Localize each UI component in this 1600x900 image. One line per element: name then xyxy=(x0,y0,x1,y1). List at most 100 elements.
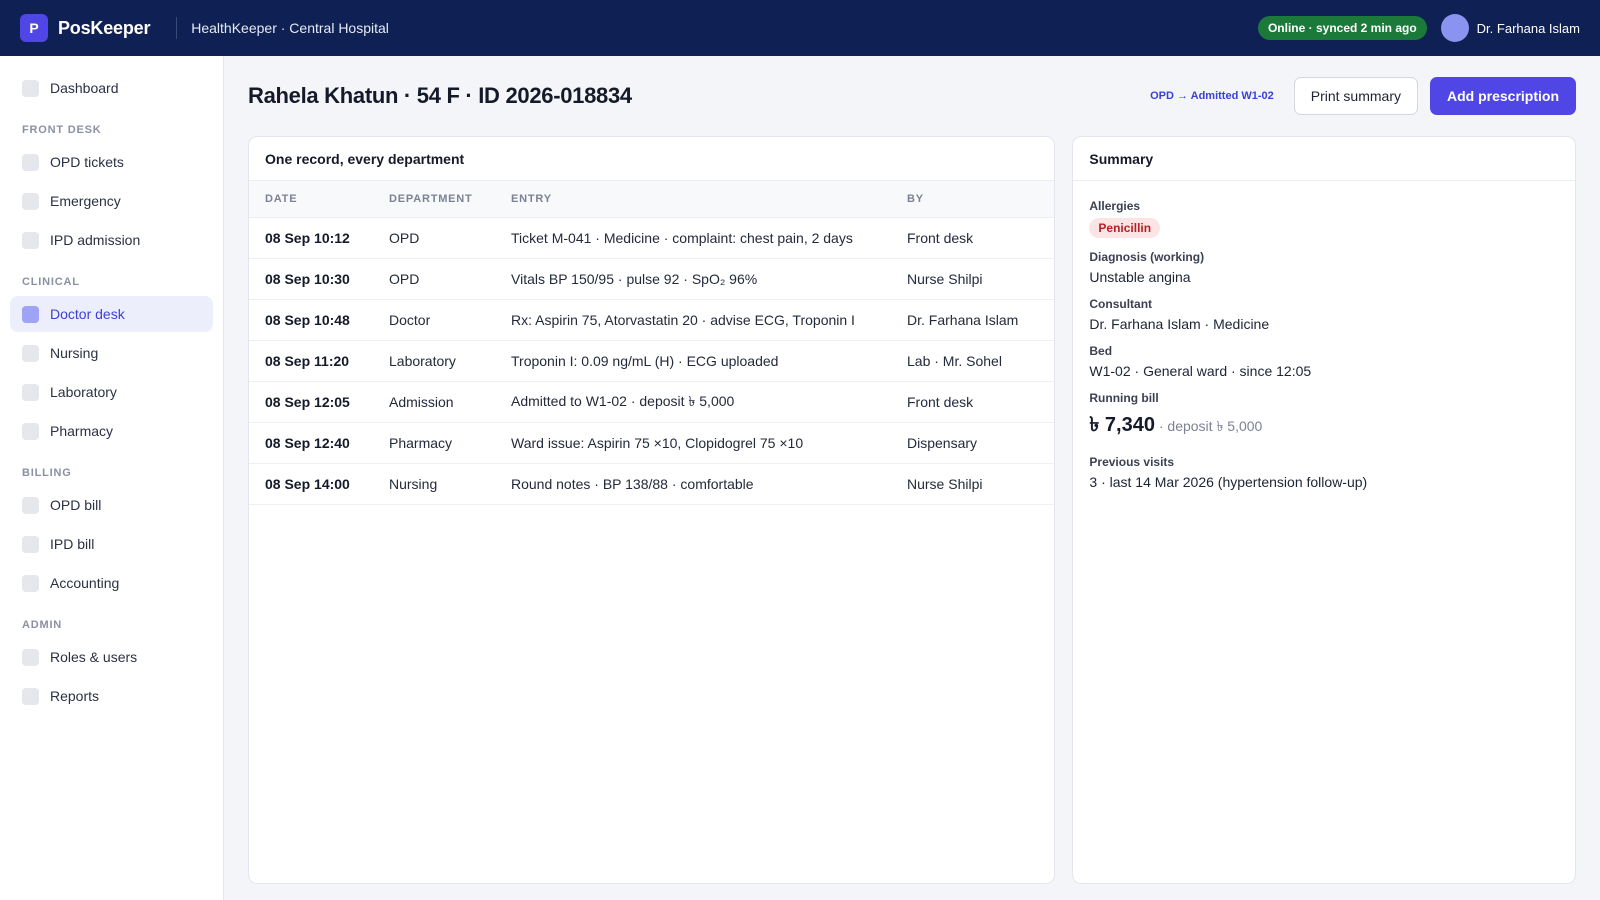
top-bar: P PosKeeper HealthKeeper · Central Hospi… xyxy=(0,0,1600,56)
sidebar-section-front-desk: FRONT DESK xyxy=(22,124,102,136)
cell-department: Doctor xyxy=(373,299,495,341)
sidebar-item-label: Pharmacy xyxy=(50,423,114,439)
sidebar: Dashboard FRONT DESK OPD tickets Emergen… xyxy=(0,56,224,900)
organization-name: HealthKeeper · Central Hospital xyxy=(191,20,389,36)
previous-visits-label: Previous visits xyxy=(1089,455,1175,469)
allergies-label: Allergies xyxy=(1089,199,1141,213)
table-header-row: DATE DEPARTMENT ENTRY BY xyxy=(249,181,1055,218)
cell-date: 08 Sep 10:12 xyxy=(249,217,373,259)
running-bill: ৳ 7,340 · deposit ৳ 5,000 xyxy=(1089,410,1559,443)
cell-department: Pharmacy xyxy=(373,422,495,464)
bed-icon xyxy=(22,231,39,249)
sidebar-item-label: OPD bill xyxy=(50,497,102,513)
column-header-by[interactable]: BY xyxy=(891,181,1055,218)
table-row[interactable]: 08 Sep 12:05 Admission Admitted to W1-02… xyxy=(249,381,1055,423)
records-panel: One record, every department DATE DEPART… xyxy=(248,136,1056,884)
consultant-label: Consultant xyxy=(1089,297,1153,311)
sidebar-item-label: Reports xyxy=(50,688,100,704)
running-bill-amount: ৳ 7,340 xyxy=(1089,414,1155,436)
cell-by: Dispensary xyxy=(891,422,1055,464)
sidebar-item-label: Laboratory xyxy=(50,384,117,400)
page-title: Rahela Khatun · 54 F · ID 2026-018834 xyxy=(248,83,632,108)
flask-icon xyxy=(22,383,39,401)
sidebar-section-admin: ADMIN xyxy=(22,619,63,631)
sidebar-item-dashboard[interactable]: Dashboard xyxy=(10,70,213,106)
cell-by: Front desk xyxy=(891,217,1055,259)
print-summary-button[interactable]: Print summary xyxy=(1293,77,1418,115)
sidebar-item-emergency[interactable]: Emergency xyxy=(10,183,213,219)
cell-entry: Ticket M-041 · Medicine · complaint: che… xyxy=(495,217,891,259)
sidebar-item-ipd-bill[interactable]: IPD bill xyxy=(10,526,213,562)
cell-by: Nurse Shilpi xyxy=(891,258,1055,300)
cell-by: Front desk xyxy=(891,381,1055,423)
table-row[interactable]: 08 Sep 10:12 OPD Ticket M-041 · Medicine… xyxy=(249,217,1055,259)
cell-date: 08 Sep 10:48 xyxy=(249,299,373,341)
cell-department: Laboratory xyxy=(373,340,495,382)
table-row[interactable]: 08 Sep 10:30 OPD Vitals BP 150/95 · puls… xyxy=(249,258,1055,300)
bed-value: W1-02 · General ward · since 12:05 xyxy=(1089,363,1312,379)
emergency-icon xyxy=(22,192,39,210)
sidebar-item-nursing[interactable]: Nursing xyxy=(10,335,213,371)
stethoscope-icon xyxy=(22,305,39,323)
user-menu[interactable]: Dr. Farhana Islam xyxy=(1440,14,1580,42)
sidebar-item-doctor-desk[interactable]: Doctor desk xyxy=(10,296,213,332)
table-row[interactable]: 08 Sep 14:00 Nursing Round notes · BP 13… xyxy=(249,463,1055,505)
nursing-icon xyxy=(22,344,39,362)
page-header: Rahela Khatun · 54 F · ID 2026-018834 OP… xyxy=(248,56,1576,136)
diagnosis-label: Diagnosis (working) xyxy=(1089,250,1205,264)
cell-department: Nursing xyxy=(373,463,495,505)
column-header-entry[interactable]: ENTRY xyxy=(495,181,891,218)
table-row[interactable]: 08 Sep 10:48 Doctor Rx: Aspirin 75, Ator… xyxy=(249,299,1055,341)
users-icon xyxy=(22,648,39,666)
cell-date: 08 Sep 12:40 xyxy=(249,422,373,464)
cell-by: Nurse Shilpi xyxy=(891,463,1055,505)
column-header-department[interactable]: DEPARTMENT xyxy=(373,181,495,218)
cell-department: Admission xyxy=(373,381,495,423)
sidebar-item-label: IPD bill xyxy=(50,536,95,552)
cell-department: OPD xyxy=(373,217,495,259)
column-header-date[interactable]: DATE xyxy=(249,181,373,218)
sidebar-item-roles-users[interactable]: Roles & users xyxy=(10,639,213,675)
user-name[interactable]: Dr. Farhana Islam xyxy=(1477,21,1580,36)
patient-flow-tag: OPD → Admitted W1-02 xyxy=(1150,90,1274,102)
sidebar-item-accounting[interactable]: Accounting xyxy=(10,565,213,601)
table-row[interactable]: 08 Sep 12:40 Pharmacy Ward issue: Aspiri… xyxy=(249,422,1055,464)
ticket-icon xyxy=(22,153,39,171)
running-bill-deposit: · deposit ৳ 5,000 xyxy=(1158,418,1263,434)
allergy-badge: Penicillin xyxy=(1089,218,1161,238)
main-content: Rahela Khatun · 54 F · ID 2026-018834 OP… xyxy=(224,56,1600,900)
receipt-icon xyxy=(22,496,39,514)
sidebar-item-label: Accounting xyxy=(50,575,120,591)
brand-name: PosKeeper xyxy=(58,17,151,38)
records-panel-title: One record, every department xyxy=(249,137,1055,181)
sidebar-item-laboratory[interactable]: Laboratory xyxy=(10,374,213,410)
sidebar-item-opd-bill[interactable]: OPD bill xyxy=(10,487,213,523)
sidebar-item-label: Emergency xyxy=(50,193,121,209)
cell-date: 08 Sep 11:20 xyxy=(249,340,373,382)
table-row[interactable]: 08 Sep 11:20 Laboratory Troponin I: 0.09… xyxy=(249,340,1055,382)
sidebar-item-ipd-admission[interactable]: IPD admission xyxy=(10,222,213,258)
cell-date: 08 Sep 12:05 xyxy=(249,381,373,423)
ledger-icon xyxy=(22,574,39,592)
bed-label: Bed xyxy=(1089,344,1113,358)
records-table: DATE DEPARTMENT ENTRY BY 08 Sep 10:12 OP… xyxy=(249,181,1055,505)
running-bill-label: Running bill xyxy=(1089,391,1159,405)
add-prescription-button[interactable]: Add prescription xyxy=(1429,77,1576,115)
app-logo[interactable]: P xyxy=(20,14,48,42)
cell-entry: Vitals BP 150/95 · pulse 92 · SpO₂ 96% xyxy=(495,258,891,300)
sidebar-item-reports[interactable]: Reports xyxy=(10,678,213,714)
topbar-divider xyxy=(176,17,178,39)
cell-entry: Round notes · BP 138/88 · comfortable xyxy=(495,463,891,505)
chart-icon xyxy=(22,687,39,705)
sidebar-item-opd-tickets[interactable]: OPD tickets xyxy=(10,144,213,180)
previous-visits-value: 3 · last 14 Mar 2026 (hypertension follo… xyxy=(1089,474,1368,490)
sidebar-item-label: Dashboard xyxy=(50,80,119,96)
sidebar-item-pharmacy[interactable]: Pharmacy xyxy=(10,413,213,449)
cell-by: Lab · Mr. Sohel xyxy=(891,340,1055,382)
sidebar-section-billing: BILLING xyxy=(22,467,72,479)
summary-panel: Summary Allergies Penicillin Diagnosis (… xyxy=(1072,136,1576,884)
pill-icon xyxy=(22,422,39,440)
cell-entry: Rx: Aspirin 75, Atorvastatin 20 · advise… xyxy=(495,299,891,341)
avatar[interactable] xyxy=(1440,14,1469,42)
invoice-icon xyxy=(22,535,39,553)
